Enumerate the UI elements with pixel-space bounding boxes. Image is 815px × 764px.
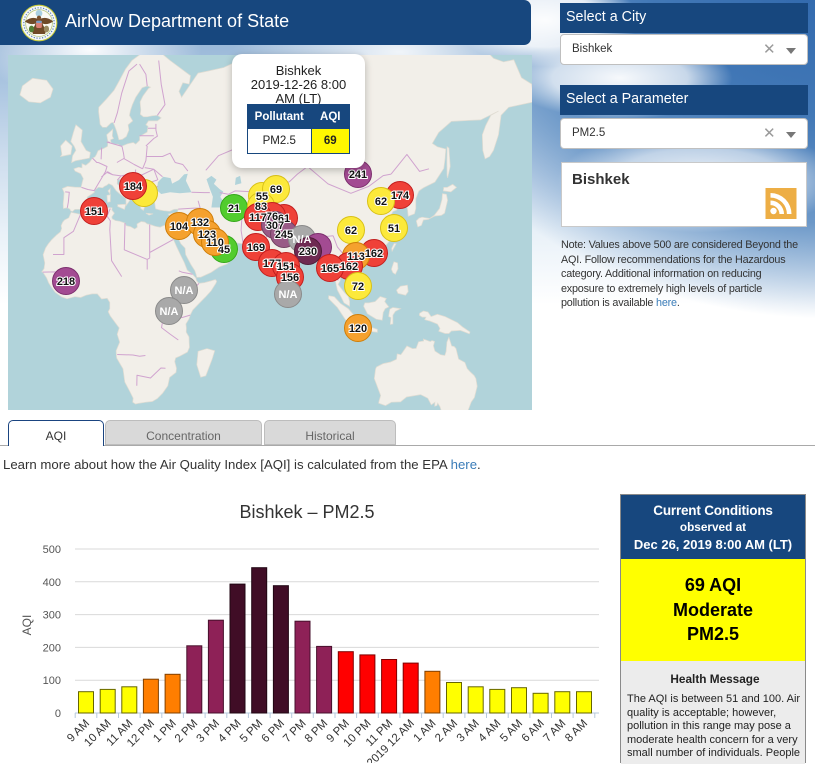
- svg-text:N/A: N/A: [175, 285, 194, 297]
- svg-text:104: 104: [170, 221, 189, 233]
- svg-text:218: 218: [57, 276, 75, 288]
- svg-text:21: 21: [228, 203, 240, 215]
- svg-text:2 AM: 2 AM: [433, 718, 460, 745]
- svg-text:1 PM: 1 PM: [151, 718, 178, 745]
- svg-text:200: 200: [43, 642, 61, 654]
- svg-text:169: 169: [247, 242, 265, 254]
- svg-text:4 PM: 4 PM: [216, 718, 243, 745]
- svg-text:3 AM: 3 AM: [455, 718, 482, 745]
- svg-text:151: 151: [85, 206, 103, 218]
- svg-text:69: 69: [270, 184, 282, 196]
- svg-text:N/A: N/A: [279, 289, 298, 301]
- svg-text:165: 165: [321, 263, 339, 275]
- svg-text:AQI: AQI: [20, 615, 34, 636]
- svg-text:N/A: N/A: [293, 234, 312, 246]
- svg-text:100: 100: [43, 675, 61, 687]
- svg-text:Bishkek – PM2.5: Bishkek – PM2.5: [239, 502, 374, 522]
- svg-text:241: 241: [349, 169, 367, 181]
- svg-text:500: 500: [43, 544, 61, 556]
- svg-text:8 AM: 8 AM: [563, 718, 590, 745]
- svg-text:7 AM: 7 AM: [541, 718, 568, 745]
- svg-text:110: 110: [206, 237, 224, 249]
- svg-text:6 AM: 6 AM: [520, 718, 547, 745]
- svg-text:5 AM: 5 AM: [498, 718, 525, 745]
- svg-text:7 PM: 7 PM: [281, 718, 308, 745]
- svg-text:62: 62: [375, 196, 387, 208]
- svg-text:174: 174: [391, 190, 410, 202]
- svg-text:8 PM: 8 PM: [303, 718, 330, 745]
- svg-text:400: 400: [43, 577, 61, 589]
- svg-text:51: 51: [388, 223, 400, 235]
- svg-text:72: 72: [352, 281, 364, 293]
- svg-text:156: 156: [281, 272, 299, 284]
- svg-text:N/A: N/A: [160, 306, 179, 318]
- svg-text:230: 230: [299, 246, 317, 258]
- svg-text:3 PM: 3 PM: [195, 718, 222, 745]
- svg-text:2 PM: 2 PM: [173, 718, 200, 745]
- svg-text:132: 132: [191, 217, 209, 229]
- svg-text:6 PM: 6 PM: [260, 718, 287, 745]
- svg-text:300: 300: [43, 610, 61, 622]
- svg-text:4 AM: 4 AM: [476, 718, 503, 745]
- svg-text:62: 62: [345, 225, 357, 237]
- svg-text:120: 120: [349, 323, 367, 335]
- svg-text:162: 162: [365, 248, 383, 260]
- svg-text:245: 245: [275, 229, 293, 241]
- svg-text:1 AM: 1 AM: [411, 718, 438, 745]
- svg-text:0: 0: [55, 708, 61, 720]
- svg-text:184: 184: [124, 181, 143, 193]
- svg-text:5 PM: 5 PM: [238, 718, 265, 745]
- svg-text:117: 117: [249, 212, 267, 224]
- svg-text:162: 162: [340, 261, 358, 273]
